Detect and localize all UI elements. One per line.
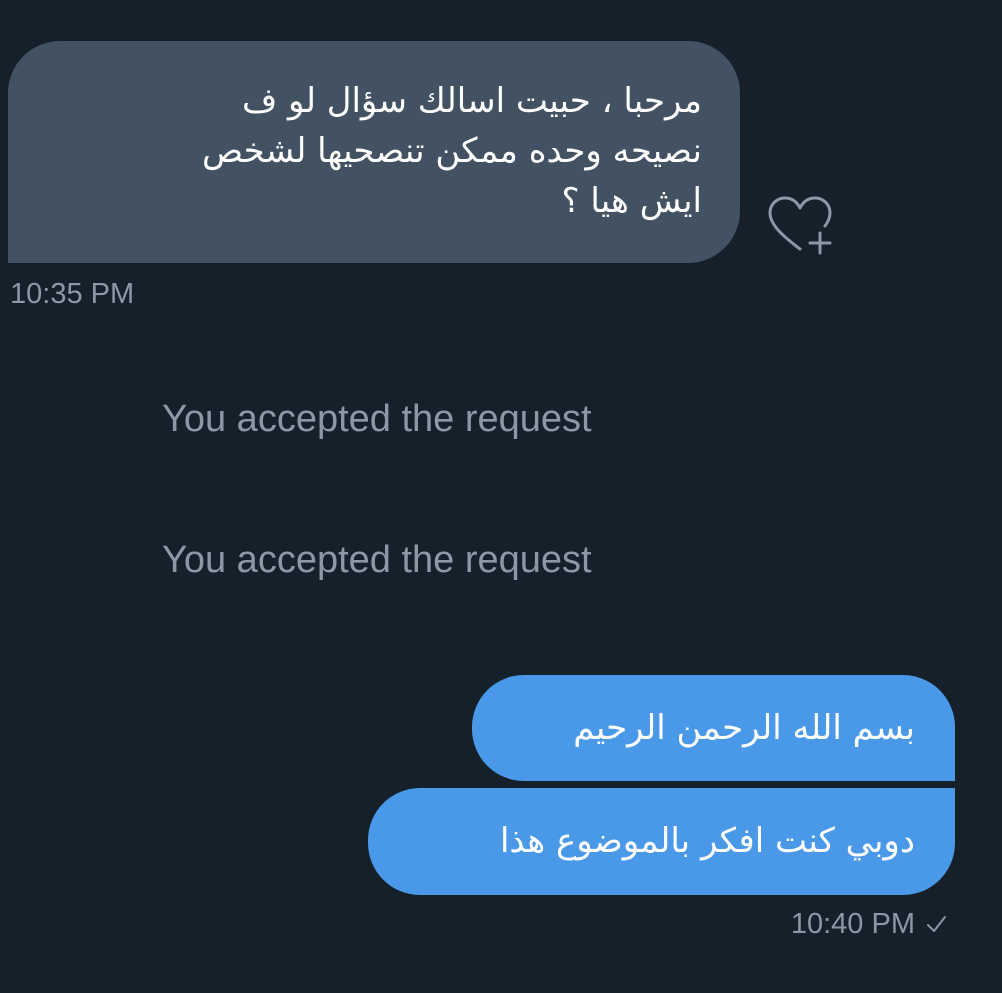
outgoing-message-bubble[interactable]: دوبي كنت افكر بالموضوع هذا [368,788,955,895]
check-icon [927,916,946,932]
outgoing-message-bubble[interactable]: بسم الله الرحمن الرحيم [472,675,955,781]
react-heart-button[interactable] [764,195,836,261]
system-message: You accepted the request [162,539,592,581]
heart-plus-icon [768,196,832,255]
outgoing-timestamp: 10:40 PM [790,908,915,940]
outgoing-timestamp-row: 10:40 PM [791,906,947,942]
incoming-message-bubble[interactable]: مرحبا ، حبيت اسالك سؤال لو ف نصيحه وحده … [8,41,740,263]
system-message: You accepted the request [162,398,592,440]
incoming-timestamp: 10:35 PM [10,278,135,310]
